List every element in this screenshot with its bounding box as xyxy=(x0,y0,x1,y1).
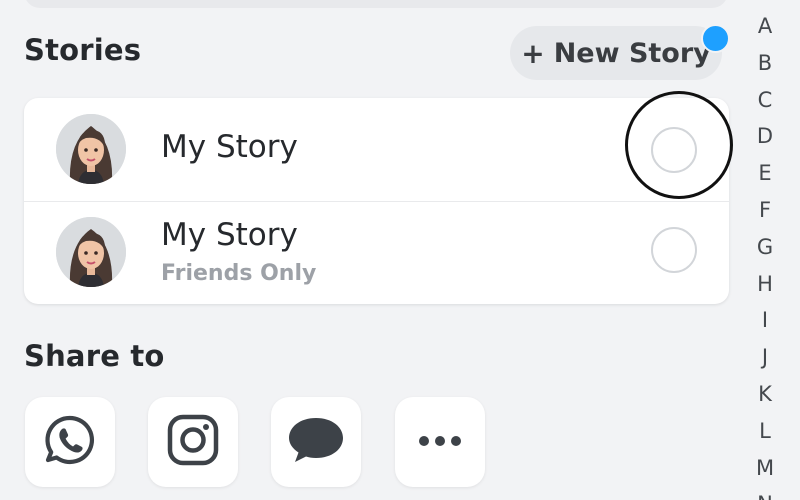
story-picker-screen: Stories + New Story My Story My Story Fr… xyxy=(0,0,800,500)
alphabet-index-letter[interactable]: F xyxy=(748,192,782,229)
alphabet-index-letter[interactable]: M xyxy=(748,450,782,487)
alphabet-index-letter[interactable]: C xyxy=(748,82,782,119)
share-section-title: Share to xyxy=(24,339,165,373)
alphabet-index-letter[interactable]: G xyxy=(748,229,782,266)
select-radio[interactable] xyxy=(651,227,697,273)
story-row-my-story[interactable]: My Story xyxy=(24,98,729,202)
search-bar[interactable] xyxy=(24,0,728,8)
alphabet-index-letter[interactable]: B xyxy=(748,45,782,82)
alphabet-index-letter[interactable]: E xyxy=(748,155,782,192)
notification-dot xyxy=(701,24,730,53)
alphabet-index-letter[interactable]: D xyxy=(748,118,782,155)
alphabet-index-letter[interactable]: N xyxy=(748,486,782,500)
alphabet-index-letter[interactable]: J xyxy=(748,339,782,376)
alphabet-index-letter[interactable]: H xyxy=(748,266,782,303)
share-more-button[interactable] xyxy=(395,397,485,487)
story-name: My Story xyxy=(161,129,298,165)
select-radio[interactable] xyxy=(651,127,697,173)
alphabet-index-letter[interactable]: K xyxy=(748,376,782,413)
alphabet-index-letter[interactable]: I xyxy=(748,302,782,339)
new-story-button[interactable]: + New Story xyxy=(510,26,722,80)
stories-list: My Story My Story Friends Only xyxy=(24,98,729,304)
avatar xyxy=(56,114,126,184)
story-privacy-label: Friends Only xyxy=(161,261,317,286)
new-story-label: New Story xyxy=(553,37,711,69)
story-name: My Story xyxy=(161,217,298,253)
share-instagram-button[interactable] xyxy=(148,397,238,487)
more-options-icon xyxy=(416,433,464,452)
alphabet-index[interactable]: ABCDEFGHIJKLMN xyxy=(748,8,782,500)
story-row-friends-only[interactable]: My Story Friends Only xyxy=(24,201,729,304)
whatsapp-icon xyxy=(42,412,98,472)
instagram-icon xyxy=(165,412,221,472)
alphabet-index-letter[interactable]: A xyxy=(748,8,782,45)
stories-section-title: Stories xyxy=(24,33,142,67)
share-whatsapp-button[interactable] xyxy=(25,397,115,487)
messages-icon xyxy=(287,414,345,470)
plus-icon: + xyxy=(521,36,545,70)
avatar xyxy=(56,217,126,287)
share-messages-button[interactable] xyxy=(271,397,361,487)
alphabet-index-letter[interactable]: L xyxy=(748,413,782,450)
